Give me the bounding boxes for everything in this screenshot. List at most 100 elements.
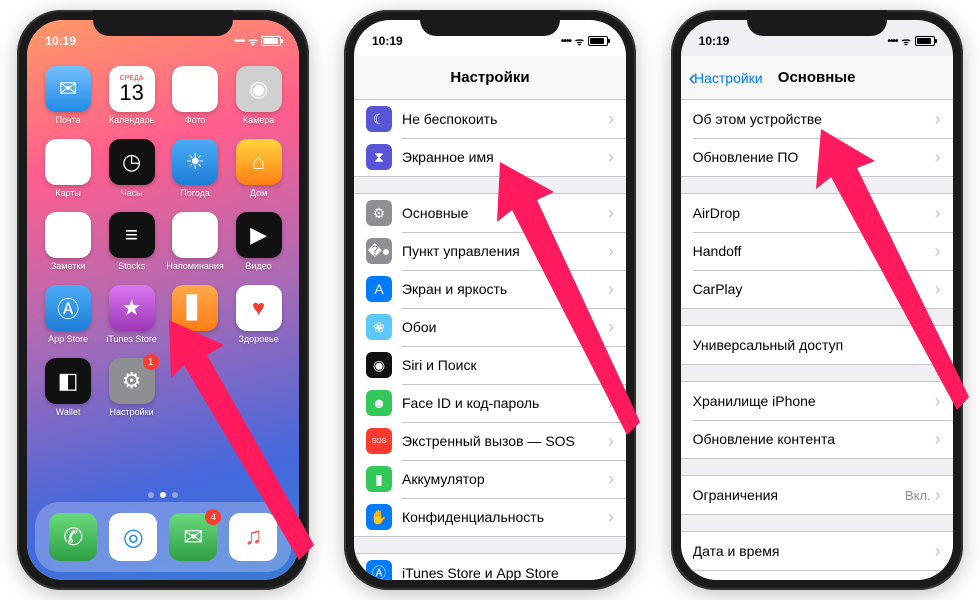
control-icon: �●	[366, 238, 392, 264]
app-settings[interactable]: ⚙︎1Настройки	[103, 358, 161, 417]
chevron-right-icon: ›	[608, 507, 614, 528]
row-airdrop[interactable]: AirDrop›	[681, 194, 953, 232]
settings-group: ⚙︎Основные›�● Пункт управления›AЭкран и …	[354, 193, 626, 537]
privacy-icon: ✋	[366, 504, 392, 530]
app-camera[interactable]: ◉Камера	[230, 66, 288, 125]
row-faceid[interactable]: ☻Face ID и код-пароль›	[354, 384, 626, 422]
reminders-icon: ≣	[172, 212, 218, 258]
app-label: Настройки	[110, 407, 154, 417]
dock-phone[interactable]: ✆	[49, 513, 97, 561]
app-label: Фото	[185, 115, 206, 125]
app-reminders[interactable]: ≣ Напоминания	[166, 212, 224, 271]
row-privacy[interactable]: ✋ Конфиденциальность›	[354, 498, 626, 536]
app-notes[interactable]: ✎Заметки	[39, 212, 97, 271]
display-icon: A	[366, 276, 392, 302]
app-photos[interactable]: ❃Фото	[166, 66, 224, 125]
battery-icon: ▮	[366, 466, 392, 492]
row-refresh[interactable]: Обновление контента›	[681, 420, 953, 458]
chevron-right-icon: ›	[608, 109, 614, 130]
phone-home: 10:19 ᯤ ✉︎ПочтаСРЕДА13Календарь❃Фото◉Кам…	[17, 10, 309, 590]
app-label: iTunes Store	[106, 334, 157, 344]
app-health[interactable]: ♥︎Здоровье	[230, 285, 288, 344]
home-app-icon: ⌂	[236, 139, 282, 185]
settings-group: Хранилище iPhone›Обновление контента›	[681, 381, 953, 459]
chevron-right-icon: ›	[935, 579, 941, 581]
phone-general: 10:19 ᯤ ‹ Настройки Основные Об этом уст…	[671, 10, 963, 590]
row-label: Конфиденциальность	[402, 509, 608, 525]
itunesapp-icon: Ⓐ	[366, 560, 392, 580]
books-icon: ▋	[172, 285, 218, 331]
wallet-icon: ◧	[45, 358, 91, 404]
row-keyboard[interactable]: Клавиатура›	[681, 570, 953, 580]
row-label: iTunes Store и App Store	[402, 565, 608, 580]
settings-list[interactable]: ☾Не беспокоить›⧗Экранное имя› ⚙︎Основные›…	[354, 100, 626, 580]
app-books[interactable]: ▋ Книги	[166, 285, 224, 344]
row-battery[interactable]: ▮Аккумулятор›	[354, 460, 626, 498]
notch	[420, 10, 560, 36]
wifi-icon: ᯤ	[902, 34, 911, 48]
row-itunesapp[interactable]: ⒶiTunes Store и App Store›	[354, 554, 626, 580]
app-calendar[interactable]: СРЕДА13Календарь	[103, 66, 161, 125]
row-control[interactable]: �● Пункт управления›	[354, 232, 626, 270]
badge: 1	[143, 354, 159, 370]
app-clock[interactable]: ◷Часы	[103, 139, 161, 198]
general-list[interactable]: Об этом устройстве›Обновление ПО›AirDrop…	[681, 100, 953, 580]
row-label: Siri и Поиск	[402, 357, 608, 373]
app-label: Камера	[243, 115, 274, 125]
row-label: Аккумулятор	[402, 471, 608, 487]
row-carplay[interactable]: CarPlay›	[681, 270, 953, 308]
app-maps[interactable]: ⌖Карты	[39, 139, 97, 198]
notch	[747, 10, 887, 36]
row-display[interactable]: AЭкран и яркость›	[354, 270, 626, 308]
app-label: Напоминания	[166, 261, 223, 271]
chevron-right-icon: ›	[608, 393, 614, 414]
row-label: Handoff	[693, 243, 935, 259]
signal-icon	[561, 36, 571, 47]
row-sos[interactable]: SOSЭкстренный вызов — SOS›	[354, 422, 626, 460]
app-weather[interactable]: ☀︎Погода	[166, 139, 224, 198]
app-home-app[interactable]: ⌂Дом	[230, 139, 288, 198]
chevron-right-icon: ›	[935, 109, 941, 130]
row-general[interactable]: ⚙︎Основные›	[354, 194, 626, 232]
row-datetime[interactable]: Дата и время›	[681, 532, 953, 570]
dock-music[interactable]: ♫	[229, 513, 277, 561]
page-indicator[interactable]	[27, 492, 299, 498]
general-icon: ⚙︎	[366, 200, 392, 226]
app-label: Заметки	[51, 261, 85, 271]
app-mail[interactable]: ✉︎Почта	[39, 66, 97, 125]
row-label: Универсальный доступ	[693, 337, 935, 353]
nav-bar: ‹ Настройки Основные	[681, 56, 953, 100]
row-handoff[interactable]: Handoff›	[681, 232, 953, 270]
app-wallet[interactable]: ◧Wallet	[39, 358, 97, 417]
tv-icon: ▶︎	[236, 212, 282, 258]
row-about[interactable]: Об этом устройстве›	[681, 100, 953, 138]
row-screentime[interactable]: ⧗Экранное имя›	[354, 138, 626, 176]
row-restrictions[interactable]: ОграниченияВкл.›	[681, 476, 953, 514]
itunes-icon: ★	[109, 285, 155, 331]
row-storage[interactable]: Хранилище iPhone›	[681, 382, 953, 420]
back-button[interactable]: ‹ Настройки	[689, 67, 763, 89]
weather-icon: ☀︎	[172, 139, 218, 185]
app-label: Книги	[183, 334, 207, 344]
app-stocks[interactable]: ≡Stocks	[103, 212, 161, 271]
app-appstore[interactable]: ⒶApp Store	[39, 285, 97, 344]
row-dnd[interactable]: ☾Не беспокоить›	[354, 100, 626, 138]
row-label: Дата и время	[693, 543, 935, 559]
app-tv[interactable]: ▶︎Видео	[230, 212, 288, 271]
appstore-icon: Ⓐ	[45, 285, 91, 331]
chevron-right-icon: ›	[935, 391, 941, 412]
app-itunes[interactable]: ★ iTunes Store	[103, 285, 161, 344]
row-siri[interactable]: ◉Siri и Поиск›	[354, 346, 626, 384]
row-update[interactable]: Обновление ПО›	[681, 138, 953, 176]
row-accessibility[interactable]: Универсальный доступ›	[681, 326, 953, 364]
row-wallpaper[interactable]: ❀Обои›	[354, 308, 626, 346]
phone-settings: 10:19 ᯤ Настройки ☾Не беспокоить›⧗Экранн…	[344, 10, 636, 590]
status-time: 10:19	[372, 34, 403, 48]
chevron-right-icon: ›	[935, 203, 941, 224]
dock-messages[interactable]: ✉︎4	[169, 513, 217, 561]
row-label: Об этом устройстве	[693, 111, 935, 127]
dock: ✆◎✉︎4♫	[35, 502, 291, 572]
stocks-icon: ≡	[109, 212, 155, 258]
chevron-right-icon: ›	[935, 335, 941, 356]
dock-safari[interactable]: ◎	[109, 513, 157, 561]
